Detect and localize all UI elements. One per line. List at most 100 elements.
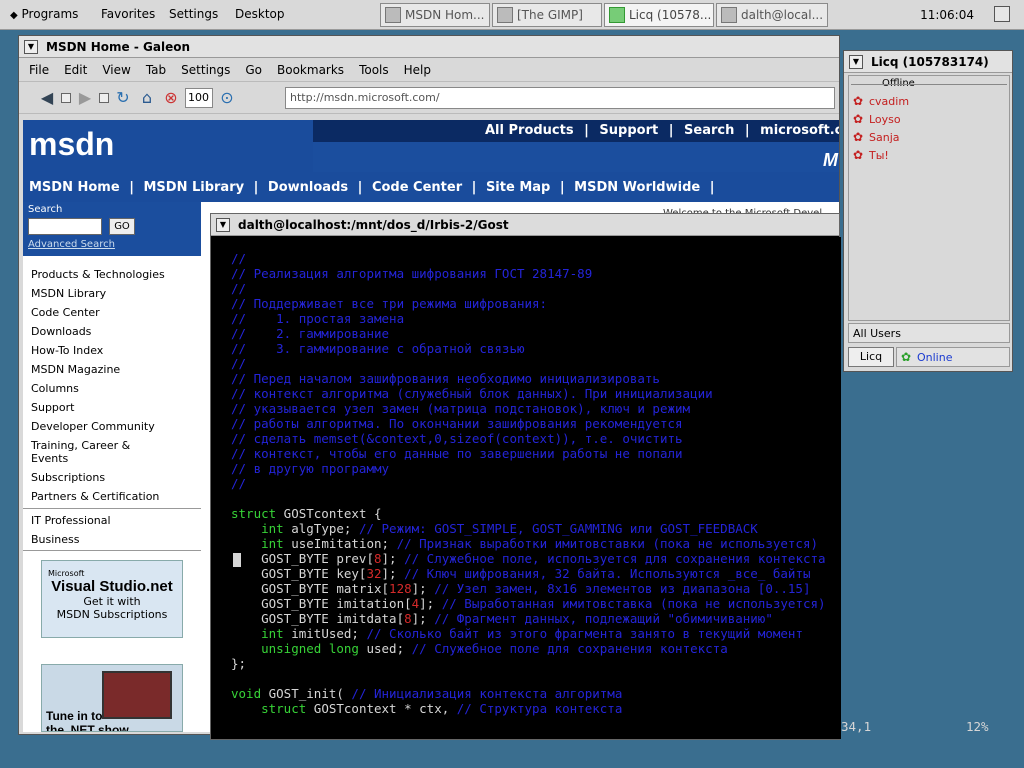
search-link[interactable]: Search xyxy=(684,123,734,138)
nav-msdn-home[interactable]: MSDN Home xyxy=(29,180,120,195)
vim-statusline: 34,1 12% xyxy=(211,717,989,739)
link-community[interactable]: Developer Community xyxy=(31,420,155,433)
menu-go[interactable]: Go xyxy=(245,63,262,77)
msdn-logo[interactable]: msdn xyxy=(29,126,114,163)
menu-edit[interactable]: Edit xyxy=(64,63,87,77)
link-code-center[interactable]: Code Center xyxy=(31,306,100,319)
menu-settings[interactable]: Settings xyxy=(181,63,230,77)
status-selector[interactable]: ✿ Online xyxy=(896,347,1010,367)
link-events[interactable]: Events xyxy=(31,452,68,465)
terminal-icon xyxy=(721,7,737,23)
nav-code-center[interactable]: Code Center xyxy=(372,180,462,195)
status-label: Online xyxy=(917,350,953,364)
offline-flower-icon: ✿ xyxy=(852,112,864,126)
task-msdn[interactable]: MSDN Hom... xyxy=(380,3,490,27)
group-selector[interactable]: All Users xyxy=(848,323,1010,343)
support-link[interactable]: Support xyxy=(599,123,658,138)
visual-studio-ad[interactable]: Microsoft Visual Studio.net Get it with … xyxy=(41,560,183,638)
window-menu-icon[interactable]: ▼ xyxy=(849,54,863,69)
contact-loyso[interactable]: ✿ Loyso xyxy=(851,112,901,126)
terminal-line: // контекст, чтобы его данные по заверше… xyxy=(231,446,683,461)
task-terminal[interactable]: dalth@local... xyxy=(716,3,828,27)
link-magazine[interactable]: MSDN Magazine xyxy=(31,363,120,376)
terminal-titlebar[interactable]: ▼ dalth@localhost:/mnt/dos_d/Irbis-2/Gos… xyxy=(211,214,839,236)
ad-title: Visual Studio.net xyxy=(51,578,173,595)
menu-view[interactable]: View xyxy=(102,63,130,77)
reload-icon[interactable]: ↻ xyxy=(113,88,133,107)
favorites-menu[interactable]: Favorites xyxy=(101,7,155,21)
programs-label: Programs xyxy=(21,7,79,21)
task-licq[interactable]: Licq (10578... xyxy=(604,3,714,27)
link-partners[interactable]: Partners & Certification xyxy=(31,490,159,503)
terminal-line: GOST_BYTE prev[8]; // Служебное поле, ис… xyxy=(231,551,826,566)
terminal-line: // указывается узел замен (матрица подст… xyxy=(231,401,691,416)
galeon-icon xyxy=(385,7,401,23)
separator: | xyxy=(357,180,363,195)
microsoft-link[interactable]: microsoft.c xyxy=(760,123,839,138)
menubar: File Edit View Tab Settings Go Bookmarks… xyxy=(19,58,839,82)
contact-list[interactable]: Offline ✿cvadim ✿Loyso ✿Sanja ✿Ты! xyxy=(848,75,1010,321)
all-products-link[interactable]: All Products xyxy=(485,123,574,138)
home-icon[interactable]: ⌂ xyxy=(137,88,157,107)
stop-icon[interactable]: ⊗ xyxy=(161,88,181,107)
url-field[interactable]: http://msdn.microsoft.com/ xyxy=(285,87,835,109)
back-history-icon[interactable] xyxy=(61,92,71,103)
menu-bookmarks[interactable]: Bookmarks xyxy=(277,63,344,77)
menu-file[interactable]: File xyxy=(29,63,49,77)
link-msdn-library[interactable]: MSDN Library xyxy=(31,287,106,300)
separator: | xyxy=(584,123,589,138)
licq-titlebar[interactable]: ▼ Licq (105783174) xyxy=(844,51,1012,73)
top-nav-links: All Products | Support | Search | micros… xyxy=(485,123,839,138)
settings-menu[interactable]: Settings xyxy=(169,7,218,21)
task-gimp[interactable]: [The GIMP] xyxy=(492,3,602,27)
contact-self[interactable]: ✿ Ты! xyxy=(851,148,889,162)
forward-icon[interactable]: ▶ xyxy=(75,88,95,107)
terminal-line: // работы алгоритма. По окончании зашифр… xyxy=(231,416,683,431)
toolbar: ◀ ▶ ↻ ⌂ ⊗ 100 ⊙ http://msdn.microsoft.co… xyxy=(19,82,839,114)
link-downloads[interactable]: Downloads xyxy=(31,325,91,338)
go-icon[interactable]: ⊙ xyxy=(217,88,237,107)
link-how-to[interactable]: How-To Index xyxy=(31,344,103,357)
contact-sanja[interactable]: ✿ Sanja xyxy=(851,130,900,144)
separator: | xyxy=(668,123,674,138)
window-menu-icon[interactable]: ▼ xyxy=(24,39,38,54)
show-desktop-button[interactable] xyxy=(994,6,1010,22)
scroll-percent: 12% xyxy=(966,719,989,734)
search-input[interactable] xyxy=(28,218,102,235)
terminal-text[interactable]: //// Реализация алгоритма шифрования ГОС… xyxy=(211,237,841,732)
link-support[interactable]: Support xyxy=(31,401,74,414)
licq-menu-button[interactable]: Licq xyxy=(848,347,894,367)
desktop-menu[interactable]: Desktop xyxy=(235,7,285,21)
back-icon[interactable]: ◀ xyxy=(37,88,57,107)
link-it-pro[interactable]: IT Professional xyxy=(31,514,111,527)
window-menu-icon[interactable]: ▼ xyxy=(216,217,230,232)
menu-tab[interactable]: Tab xyxy=(146,63,166,77)
terminal-line: // xyxy=(231,251,247,266)
link-products[interactable]: Products & Technologies xyxy=(31,268,165,281)
link-training[interactable]: Training, Career & xyxy=(31,439,130,452)
contact-cvadim[interactable]: ✿ cvadim xyxy=(851,94,909,108)
licq-title: Licq (105783174) xyxy=(871,54,989,69)
terminal-line: }; xyxy=(231,656,247,671)
go-button[interactable]: GO xyxy=(109,218,135,235)
terminal-line: GOST_BYTE imitdata[8]; // Фрагмент данны… xyxy=(231,611,773,626)
galeon-titlebar[interactable]: ▼ MSDN Home - Galeon xyxy=(19,36,839,58)
nav-downloads[interactable]: Downloads xyxy=(268,180,348,195)
menu-help[interactable]: Help xyxy=(404,63,431,77)
net-show-ad[interactable]: Tune in to the .NET show xyxy=(41,664,183,732)
programs-menu[interactable]: ◆ Programs xyxy=(10,7,78,21)
link-subscriptions[interactable]: Subscriptions xyxy=(31,471,105,484)
forward-history-icon[interactable] xyxy=(99,92,109,103)
menu-tools[interactable]: Tools xyxy=(359,63,389,77)
top-nav-bar: All Products | Support | Search | micros… xyxy=(313,120,839,142)
link-columns[interactable]: Columns xyxy=(31,382,79,395)
group-divider xyxy=(851,84,1007,85)
nav-msdn-worldwide[interactable]: MSDN Worldwide xyxy=(574,180,700,195)
nav-msdn-library[interactable]: MSDN Library xyxy=(143,180,244,195)
zoom-field[interactable]: 100 xyxy=(185,87,213,108)
nav-site-map[interactable]: Site Map xyxy=(486,180,550,195)
link-business[interactable]: Business xyxy=(31,533,80,546)
advanced-search-link[interactable]: Advanced Search xyxy=(28,239,115,250)
licq-flower-icon xyxy=(609,7,625,23)
